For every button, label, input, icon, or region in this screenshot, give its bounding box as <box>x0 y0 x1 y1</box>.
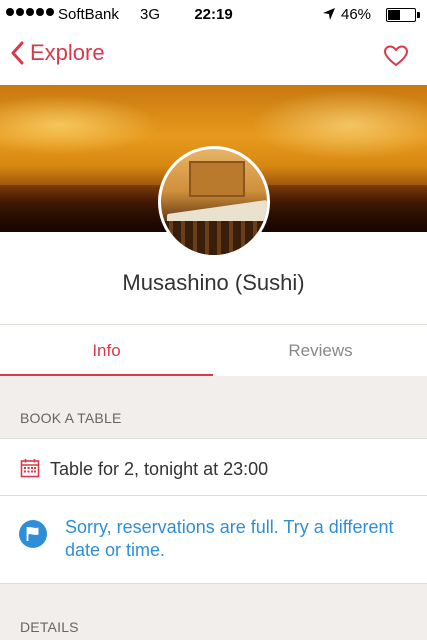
battery-percent: 46% <box>341 6 372 23</box>
reservation-notice-text: Sorry, reservations are full. Try a diff… <box>65 517 394 560</box>
tab-info[interactable]: Info <box>0 325 213 377</box>
navigation-bar: Explore <box>0 30 427 85</box>
details-header: DETAILS <box>20 619 79 635</box>
tab-reviews[interactable]: Reviews <box>214 325 427 377</box>
table-booking-row[interactable]: Table for 2, tonight at 23:00 <box>0 438 427 496</box>
favorite-button[interactable] <box>383 44 409 73</box>
status-bar: SoftBank 3G 22:19 46% <box>0 0 427 30</box>
battery-icon <box>386 8 420 22</box>
heart-icon <box>383 45 409 67</box>
back-label: Explore <box>30 40 105 65</box>
restaurant-name: Musashino (Sushi) <box>122 270 305 295</box>
location-arrow-icon <box>322 7 336 25</box>
back-button[interactable]: Explore <box>10 40 105 66</box>
flag-icon <box>19 520 47 548</box>
table-booking-label: Table for 2, tonight at 23:00 <box>50 459 269 479</box>
book-a-table-header: BOOK A TABLE <box>20 410 122 426</box>
tab-bar: Info Reviews <box>0 324 427 377</box>
reservation-notice: Sorry, reservations are full. Try a diff… <box>0 496 427 584</box>
restaurant-photo <box>158 146 270 258</box>
calendar-icon <box>20 458 40 483</box>
chevron-left-icon <box>11 41 24 65</box>
